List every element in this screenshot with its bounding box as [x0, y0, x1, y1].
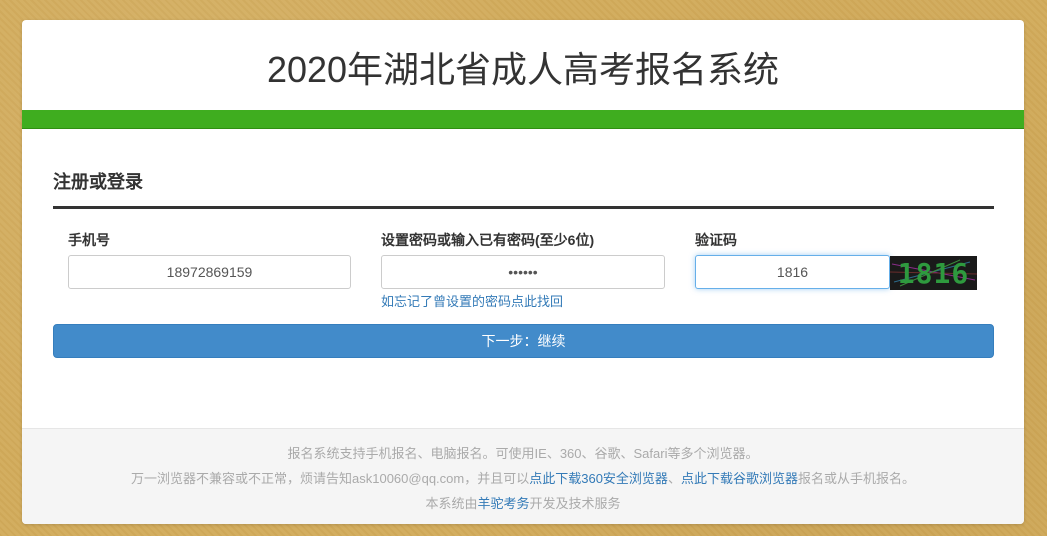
page-title: 2020年湖北省成人高考报名系统: [266, 49, 780, 90]
footer-credit: 本系统由羊驼考务开发及技术服务: [22, 493, 1024, 512]
footer-contact-text: 万一浏览器不兼容或不正常，烦请告知ask10060@qq.com，并且可以: [131, 471, 530, 486]
captcha-text: 1816: [898, 257, 969, 290]
password-input[interactable]: [381, 255, 665, 289]
download-chrome-link[interactable]: 点此下载谷歌浏览器: [681, 471, 798, 486]
footer-browser-support-text: 报名系统支持手机报名、电脑报名。可使用IE、360、谷歌、Safari等多个浏览…: [287, 446, 759, 461]
next-continue-button[interactable]: 下一步：继续: [53, 324, 994, 358]
password-label: 设置密码或输入已有密码(至少6位): [381, 232, 595, 248]
developer-link[interactable]: 羊驼考务: [477, 496, 529, 511]
phone-input[interactable]: [68, 255, 351, 289]
footer: 报名系统支持手机报名、电脑报名。可使用IE、360、谷歌、Safari等多个浏览…: [22, 428, 1024, 524]
footer-suffix-text: 报名或从手机报名。: [797, 471, 915, 486]
captcha-label: 验证码: [695, 232, 737, 248]
header-green-bar: [22, 110, 1024, 129]
captcha-input[interactable]: [695, 255, 890, 289]
forgot-password-link[interactable]: 如忘记了曾设置的密码点此找回: [381, 291, 563, 310]
registration-panel: 2020年湖北省成人高考报名系统 注册或登录 手机号 设置密码或输入已有密码(至…: [22, 20, 1024, 524]
footer-separator: 、: [667, 471, 681, 486]
footer-credit-prefix: 本系统由: [425, 496, 478, 511]
footer-browser-help: 万一浏览器不兼容或不正常，烦请告知ask10060@qq.com，并且可以点此下…: [22, 468, 1024, 487]
download-360-browser-link[interactable]: 点此下载360安全浏览器: [529, 471, 668, 486]
footer-credit-suffix: 开发及技术服务: [529, 496, 621, 511]
section-divider: [53, 206, 994, 209]
captcha-image[interactable]: 1816: [890, 256, 977, 290]
section-title: 注册或登录: [53, 172, 143, 192]
phone-label: 手机号: [68, 232, 110, 248]
